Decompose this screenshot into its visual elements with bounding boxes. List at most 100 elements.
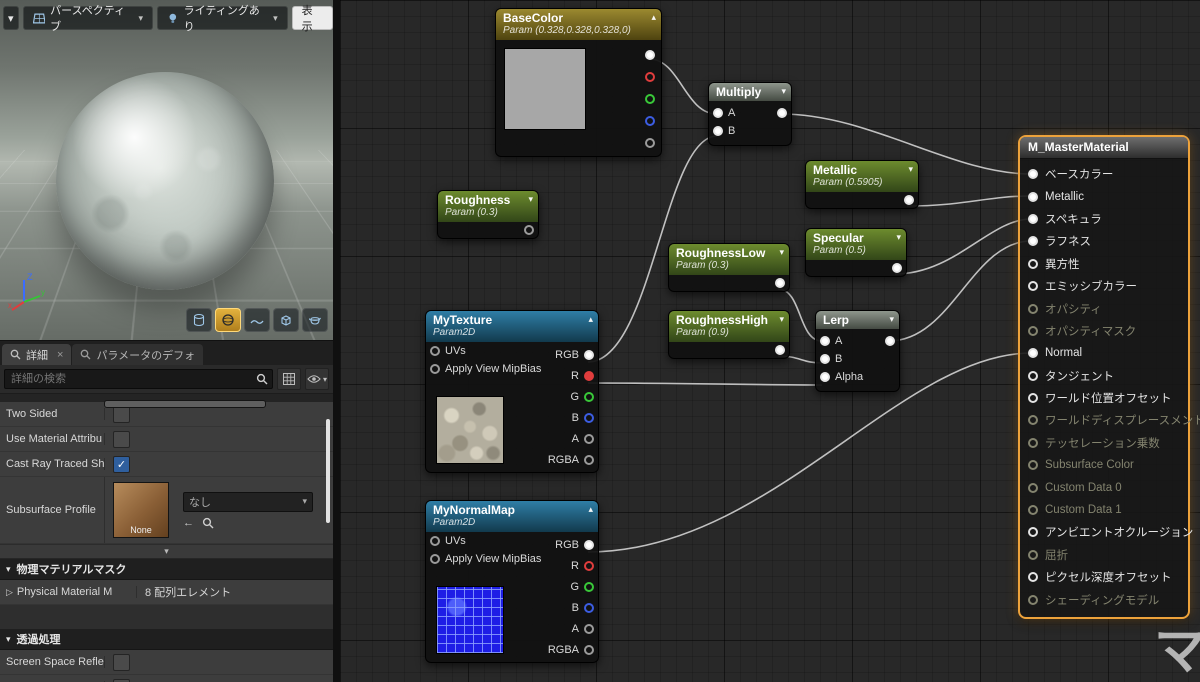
input-pin[interactable] (1028, 527, 1038, 538)
two-sided-checkbox[interactable] (113, 405, 130, 423)
tab-parameter-defaults[interactable]: パラメータのデフォ (72, 344, 204, 365)
material-input-row[interactable]: Custom Data 1 (1020, 499, 1188, 521)
output-pin-g[interactable] (645, 94, 655, 104)
input-pin[interactable] (1028, 393, 1038, 404)
lit-mode-button[interactable]: ライティングあり ▾ (157, 5, 288, 33)
input-pin-uvs[interactable] (430, 536, 440, 546)
view-options-button[interactable]: ▾ (305, 368, 329, 390)
output-pin[interactable] (904, 195, 914, 205)
material-input-row[interactable]: Normal (1020, 342, 1188, 364)
chevron-down-icon[interactable]: ▾ (889, 314, 894, 325)
material-input-row[interactable]: オパシティマスク (1020, 320, 1188, 342)
output-pin-rgba[interactable] (584, 454, 594, 465)
preview-cylinder-button[interactable] (186, 308, 212, 332)
material-input-row[interactable]: ワールド位置オフセット (1020, 387, 1188, 409)
output-pin-rgba[interactable] (645, 50, 655, 60)
input-pin[interactable] (1028, 572, 1038, 583)
section-translucency[interactable]: ▾ 透過処理 (0, 629, 333, 650)
preview-plane-button[interactable] (244, 308, 270, 332)
input-pin[interactable] (1028, 258, 1038, 269)
expander-icon[interactable]: ▷ (6, 587, 13, 598)
browse-asset-icon[interactable] (202, 517, 214, 529)
material-input-row[interactable]: ワールドディスプレースメント (1020, 409, 1200, 431)
viewport-options-button[interactable]: ▾ (3, 6, 19, 30)
output-pin-a[interactable] (584, 433, 594, 444)
input-pin[interactable] (1028, 437, 1038, 448)
material-input-row[interactable]: テッセレーション乗数 (1020, 432, 1188, 454)
preview-teapot-button[interactable] (302, 308, 328, 332)
output-pin-r[interactable] (584, 560, 594, 571)
output-pin-b[interactable] (584, 412, 594, 423)
chevron-down-icon[interactable]: ▾ (779, 247, 784, 258)
contact-shadows-checkbox[interactable] (113, 678, 130, 682)
node-roughnesslow[interactable]: RoughnessLow Param (0.3) ▾ (668, 243, 790, 292)
input-pin[interactable] (1028, 415, 1038, 426)
input-pin[interactable] (1028, 281, 1038, 292)
output-pin[interactable] (885, 336, 895, 346)
input-pin-a[interactable] (820, 336, 830, 346)
material-input-row[interactable]: Metallic (1020, 185, 1188, 207)
chevron-down-icon[interactable]: ▾ (781, 86, 786, 97)
input-pin[interactable] (1028, 213, 1038, 224)
asset-thumbnail[interactable]: None (113, 482, 169, 538)
material-input-row[interactable]: タンジェント (1020, 365, 1188, 387)
material-input-row[interactable]: ラフネス (1020, 230, 1188, 252)
input-pin-uvs[interactable] (430, 346, 440, 356)
node-mytexture[interactable]: MyTexture Param2D ▴ UVs Apply View MipBi… (425, 310, 599, 473)
node-metallic[interactable]: Metallic Param (0.5905) ▾ (805, 160, 919, 209)
show-button[interactable]: 表示 (291, 5, 333, 33)
input-pin[interactable] (1028, 370, 1038, 381)
input-pin[interactable] (1028, 325, 1038, 336)
input-pin[interactable] (1028, 348, 1038, 359)
input-pin[interactable] (1028, 505, 1038, 516)
search-input[interactable] (9, 372, 256, 386)
output-pin[interactable] (892, 263, 902, 273)
output-pin-r[interactable] (645, 72, 655, 82)
input-pin[interactable] (1028, 594, 1038, 605)
vertical-scrollbar[interactable] (326, 419, 330, 523)
output-pin[interactable] (777, 108, 787, 118)
node-mynormalmap[interactable]: MyNormalMap Param2D ▴ UVs Apply View Mip… (425, 500, 599, 663)
screen-space-reflections-checkbox[interactable] (113, 653, 130, 671)
horizontal-scrollbar[interactable] (0, 394, 333, 408)
scrollbar-thumb[interactable] (104, 400, 266, 408)
section-physical-material-mask[interactable]: ▾ 物理マテリアルマスク (0, 559, 333, 580)
input-pin[interactable] (1028, 303, 1038, 314)
output-pin[interactable] (775, 278, 785, 288)
advanced-collapse-bar[interactable]: ▾ (0, 544, 333, 559)
node-basecolor[interactable]: BaseColor Param (0.328,0.328,0.328,0) ▴ (495, 8, 662, 157)
preview-cube-button[interactable] (273, 308, 299, 332)
node-multiply[interactable]: Multiply ▾ A B (708, 82, 792, 146)
chevron-down-icon[interactable]: ▾ (896, 232, 901, 243)
input-pin[interactable] (1028, 169, 1038, 180)
close-icon[interactable]: × (57, 349, 63, 361)
output-pin-g[interactable] (584, 581, 594, 592)
node-lerp[interactable]: Lerp ▾ A B Alpha (815, 310, 900, 392)
material-input-row[interactable]: Custom Data 0 (1020, 476, 1188, 498)
chevron-down-icon[interactable]: ▾ (908, 164, 913, 175)
tab-details[interactable]: 詳細 × (2, 344, 72, 365)
input-pin-mipbias[interactable] (430, 554, 440, 564)
material-input-row[interactable]: ベースカラー (1020, 163, 1188, 185)
chevron-down-icon[interactable]: ▾ (779, 314, 784, 325)
output-pin-b[interactable] (584, 602, 594, 613)
preview-viewport[interactable]: ▾ パースペクティブ ▾ ライティングあり ▾ 表示 Z x y (0, 0, 333, 340)
input-pin[interactable] (1028, 549, 1038, 560)
material-input-row[interactable]: 屈折 (1020, 544, 1188, 566)
preview-sphere-button[interactable] (215, 308, 241, 332)
node-roughnesshigh[interactable]: RoughnessHigh Param (0.9) ▾ (668, 310, 790, 359)
chevron-down-icon[interactable]: ▾ (528, 194, 533, 205)
input-pin-b[interactable] (820, 354, 830, 364)
material-input-row[interactable]: オパシティ (1020, 297, 1188, 319)
collapse-icon[interactable]: ▴ (588, 314, 593, 325)
node-roughness[interactable]: Roughness Param (0.3) ▾ (437, 190, 539, 239)
display-filter-button[interactable] (277, 368, 301, 390)
output-pin-a[interactable] (645, 138, 655, 148)
node-specular[interactable]: Specular Param (0.5) ▾ (805, 228, 907, 277)
material-input-row[interactable]: Subsurface Color (1020, 454, 1188, 476)
input-pin-alpha[interactable] (820, 372, 830, 382)
input-pin[interactable] (1028, 482, 1038, 493)
output-pin-rgb[interactable] (584, 539, 594, 550)
material-input-row[interactable]: 異方性 (1020, 253, 1188, 275)
material-input-row[interactable]: アンビエントオクルージョン (1020, 521, 1193, 543)
